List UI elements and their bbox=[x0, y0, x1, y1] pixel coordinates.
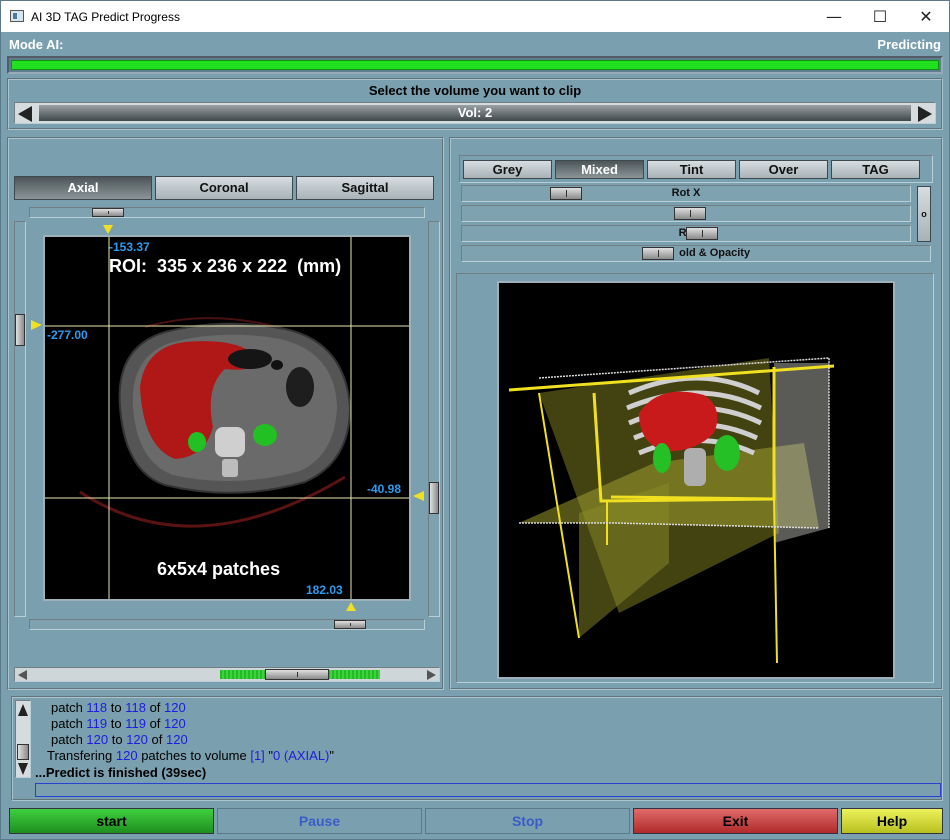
stop-button[interactable]: Stop bbox=[425, 808, 630, 834]
chevron-right-icon[interactable] bbox=[427, 670, 436, 680]
mode-label: Mode AI: bbox=[9, 37, 64, 52]
slice-view-panel: Axial Coronal Sagittal -153.37 -277.00 -… bbox=[7, 137, 444, 690]
chevron-right-icon[interactable] bbox=[918, 106, 932, 122]
crosshair-bottom-label: 182.03 bbox=[306, 583, 343, 597]
log-line: patch 118 to 118 of 120 bbox=[51, 700, 186, 715]
volume-prompt: Select the volume you want to clip bbox=[368, 83, 582, 98]
tab-coronal[interactable]: Coronal bbox=[155, 176, 293, 200]
close-button[interactable]: ✕ bbox=[903, 1, 949, 32]
log-scrollbar[interactable] bbox=[15, 700, 31, 778]
tab-axial[interactable]: Axial bbox=[14, 176, 152, 200]
scroll-thumb[interactable] bbox=[265, 669, 329, 680]
pause-button[interactable]: Pause bbox=[217, 808, 422, 834]
app-window: AI 3D TAG Predict Progress — ☐ ✕ Mode AI… bbox=[0, 0, 950, 840]
scroll-thumb[interactable] bbox=[17, 744, 29, 760]
exit-button[interactable]: Exit bbox=[633, 808, 838, 834]
mode-tint[interactable]: Tint bbox=[647, 160, 736, 179]
mode-mixed[interactable]: Mixed bbox=[555, 160, 644, 179]
settings-toggle-button[interactable]: o bbox=[917, 186, 931, 242]
slider-thumb[interactable] bbox=[642, 247, 674, 260]
chevron-up-icon[interactable] bbox=[18, 704, 28, 716]
axial-slice-image[interactable]: -153.37 -277.00 -40.98 182.03 ROI: 335 x… bbox=[43, 235, 411, 601]
help-button[interactable]: Help bbox=[841, 808, 943, 834]
minimize-button[interactable]: — bbox=[811, 1, 857, 32]
slice-h-slider-bottom[interactable] bbox=[29, 619, 425, 630]
log-transfer-line: Transfering 120 patches to volume [1] "0… bbox=[47, 748, 335, 763]
slider-1[interactable]: R bbox=[461, 205, 911, 222]
slider-label: Rot X bbox=[671, 187, 701, 199]
slider-thumb[interactable] bbox=[334, 620, 366, 629]
volume-panel: Select the volume you want to clip Vol: … bbox=[7, 78, 943, 130]
slider-2[interactable]: Ro bbox=[461, 225, 911, 242]
ct-slice-graphic bbox=[45, 237, 409, 599]
progress-fill bbox=[11, 60, 939, 70]
3d-render-view[interactable] bbox=[497, 281, 895, 679]
log-line: patch 120 to 120 of 120 bbox=[51, 732, 188, 747]
window-title: AI 3D TAG Predict Progress bbox=[31, 10, 180, 24]
crosshair-right-label: -40.98 bbox=[367, 482, 402, 496]
volume-render-graphic bbox=[508, 357, 835, 664]
log-finished-line: ...Predict is finished (39sec) bbox=[35, 765, 207, 780]
slider-thumb[interactable] bbox=[686, 227, 718, 240]
slider-thumb[interactable] bbox=[429, 482, 439, 514]
volume-slider[interactable]: Vol: 2 bbox=[14, 102, 936, 124]
slider-thumb[interactable] bbox=[550, 187, 582, 200]
progress-bar bbox=[7, 56, 943, 74]
arrow-right-icon bbox=[31, 320, 42, 330]
chevron-left-icon[interactable] bbox=[18, 106, 32, 122]
slider-thumb[interactable] bbox=[674, 207, 706, 220]
volume-value[interactable]: Vol: 2 bbox=[39, 105, 911, 121]
crosshair-top-label: -153.37 bbox=[109, 240, 150, 254]
app-icon bbox=[10, 10, 24, 22]
tab-sagittal[interactable]: Sagittal bbox=[296, 176, 434, 200]
maximize-button[interactable]: ☐ bbox=[857, 1, 903, 32]
slider-thumb[interactable] bbox=[15, 314, 25, 346]
patches-label: 6x5x4 patches bbox=[157, 559, 281, 579]
crosshair-left-label: -277.00 bbox=[47, 328, 88, 342]
mode-grey[interactable]: Grey bbox=[463, 160, 552, 179]
slider-thumb[interactable] bbox=[92, 208, 124, 217]
title-bar: AI 3D TAG Predict Progress — ☐ ✕ bbox=[1, 1, 949, 32]
slider-3[interactable]: T old & Opacity bbox=[461, 245, 931, 262]
slice-h-slider-top[interactable] bbox=[29, 207, 425, 218]
chevron-down-icon[interactable] bbox=[18, 763, 28, 775]
slice-v-slider-left[interactable] bbox=[14, 221, 26, 617]
slider-0[interactable]: Rot X bbox=[461, 185, 911, 202]
log-input-bar[interactable] bbox=[35, 783, 941, 797]
status-label: Predicting bbox=[877, 37, 941, 52]
arrow-down-icon bbox=[103, 225, 113, 234]
mode-tag[interactable]: TAG bbox=[831, 160, 920, 179]
arrow-left-icon bbox=[413, 491, 424, 501]
chevron-left-icon[interactable] bbox=[18, 670, 27, 680]
log-line: patch 119 to 119 of 120 bbox=[51, 716, 186, 731]
arrow-up-icon bbox=[346, 602, 356, 611]
mode-over[interactable]: Over bbox=[739, 160, 828, 179]
slice-v-slider-right[interactable] bbox=[428, 221, 440, 617]
volume-render-panel: GreyMixedTintOverTAG Rot X R Ro T old & Opa… bbox=[449, 137, 943, 690]
start-button[interactable]: start bbox=[9, 808, 214, 834]
patch-scrollbar[interactable] bbox=[14, 667, 440, 682]
log-panel: patch 118 to 118 of 120 patch 119 to 119 … bbox=[11, 696, 943, 801]
roi-label: ROI: 335 x 236 x 222 (mm) bbox=[109, 256, 342, 276]
